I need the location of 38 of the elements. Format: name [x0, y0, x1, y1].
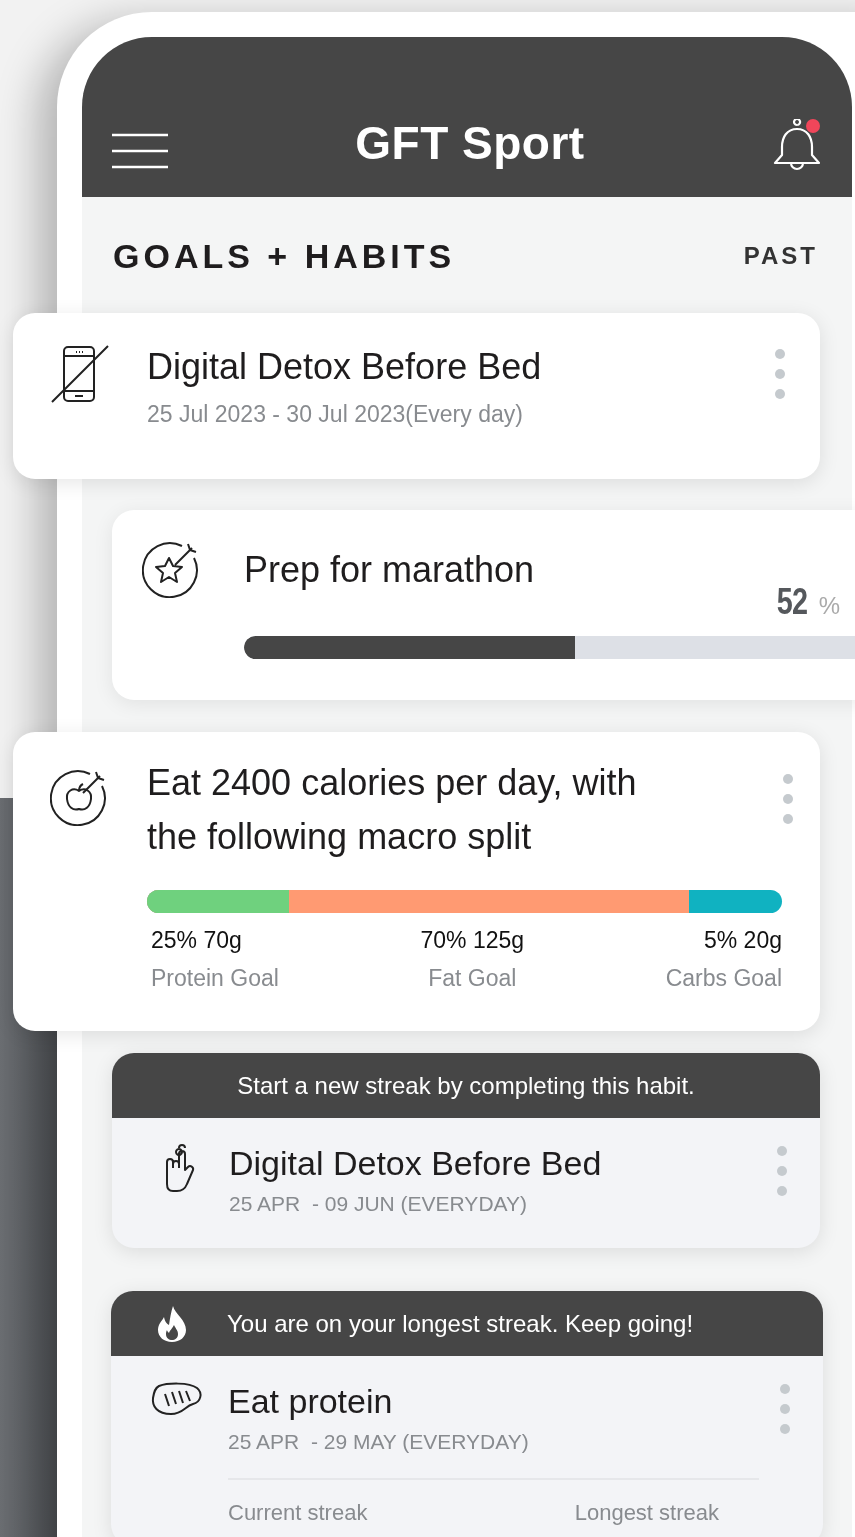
macro-label: Carbs Goal [665, 964, 782, 993]
macro-label: Fat Goal [428, 964, 517, 993]
habit-card[interactable]: You are on your longest streak. Keep going! Eat protein 25 APR - 29 MAY (EVERYDAY) Current streak Longest streak [111, 1291, 823, 1537]
past-link[interactable]: PAST [743, 238, 818, 274]
habit-title: Eat protein [228, 1381, 394, 1422]
crossed-phone-icon [51, 345, 109, 403]
section-title: GOALS + HABITS [113, 235, 456, 277]
habit-dates: 25 APR - 09 JUN (EVERYDAY) [229, 1191, 528, 1217]
streak-stat-label: Longest streak [574, 1500, 719, 1526]
menu-icon[interactable] [112, 133, 168, 169]
goal-card[interactable]: Digital Detox Before Bed 25 Jul 2023 - 30 Jul 2023(Every day) [13, 313, 820, 479]
streak-stat-label: Current streak [228, 1500, 368, 1526]
percent-sign: % [818, 591, 840, 621]
more-options-icon[interactable] [782, 774, 794, 824]
goal-card[interactable]: Eat 2400 calories per day, with the following macro split 25% 70g Protein Goal 70% 125g Fat Goal 5% 20g Carbs Goal [13, 732, 820, 1031]
goal-title: Prep for marathon [244, 548, 535, 592]
goal-title: Eat 2400 calories per day, with the following macro split [147, 761, 638, 859]
goal-card[interactable]: Prep for marathon 52 % [112, 510, 855, 700]
apple-target-icon [50, 768, 108, 826]
progress-percent: 52 [776, 582, 807, 622]
habit-title: Digital Detox Before Bed [229, 1143, 603, 1184]
more-options-icon[interactable] [774, 349, 786, 399]
flame-icon [157, 1304, 187, 1343]
macro-label: Protein Goal [151, 964, 279, 993]
habit-dates: 25 APR - 29 MAY (EVERYDAY) [228, 1429, 530, 1455]
banner-text: Start a new streak by completing this habit. [237, 1070, 695, 1101]
banner-text: You are on your longest streak. Keep going! [227, 1308, 694, 1339]
habit-card[interactable]: Start a new streak by completing this habit. Digital Detox Before Bed 25 APR - 09 JUN (EVERYDAY) [112, 1053, 820, 1248]
star-target-icon [142, 540, 200, 598]
macro-value: 70% 125g [420, 926, 525, 955]
more-options-icon[interactable] [779, 1384, 791, 1434]
more-options-icon[interactable] [776, 1146, 788, 1196]
app-title: GFT Sport [354, 116, 586, 171]
macro-value: 25% 70g [151, 926, 242, 955]
steak-icon [151, 1382, 203, 1416]
goal-dates: 25 Jul 2023 - 30 Jul 2023(Every day) [147, 400, 524, 429]
macro-value: 5% 20g [704, 926, 782, 955]
goal-title: Digital Detox Before Bed [147, 345, 543, 389]
